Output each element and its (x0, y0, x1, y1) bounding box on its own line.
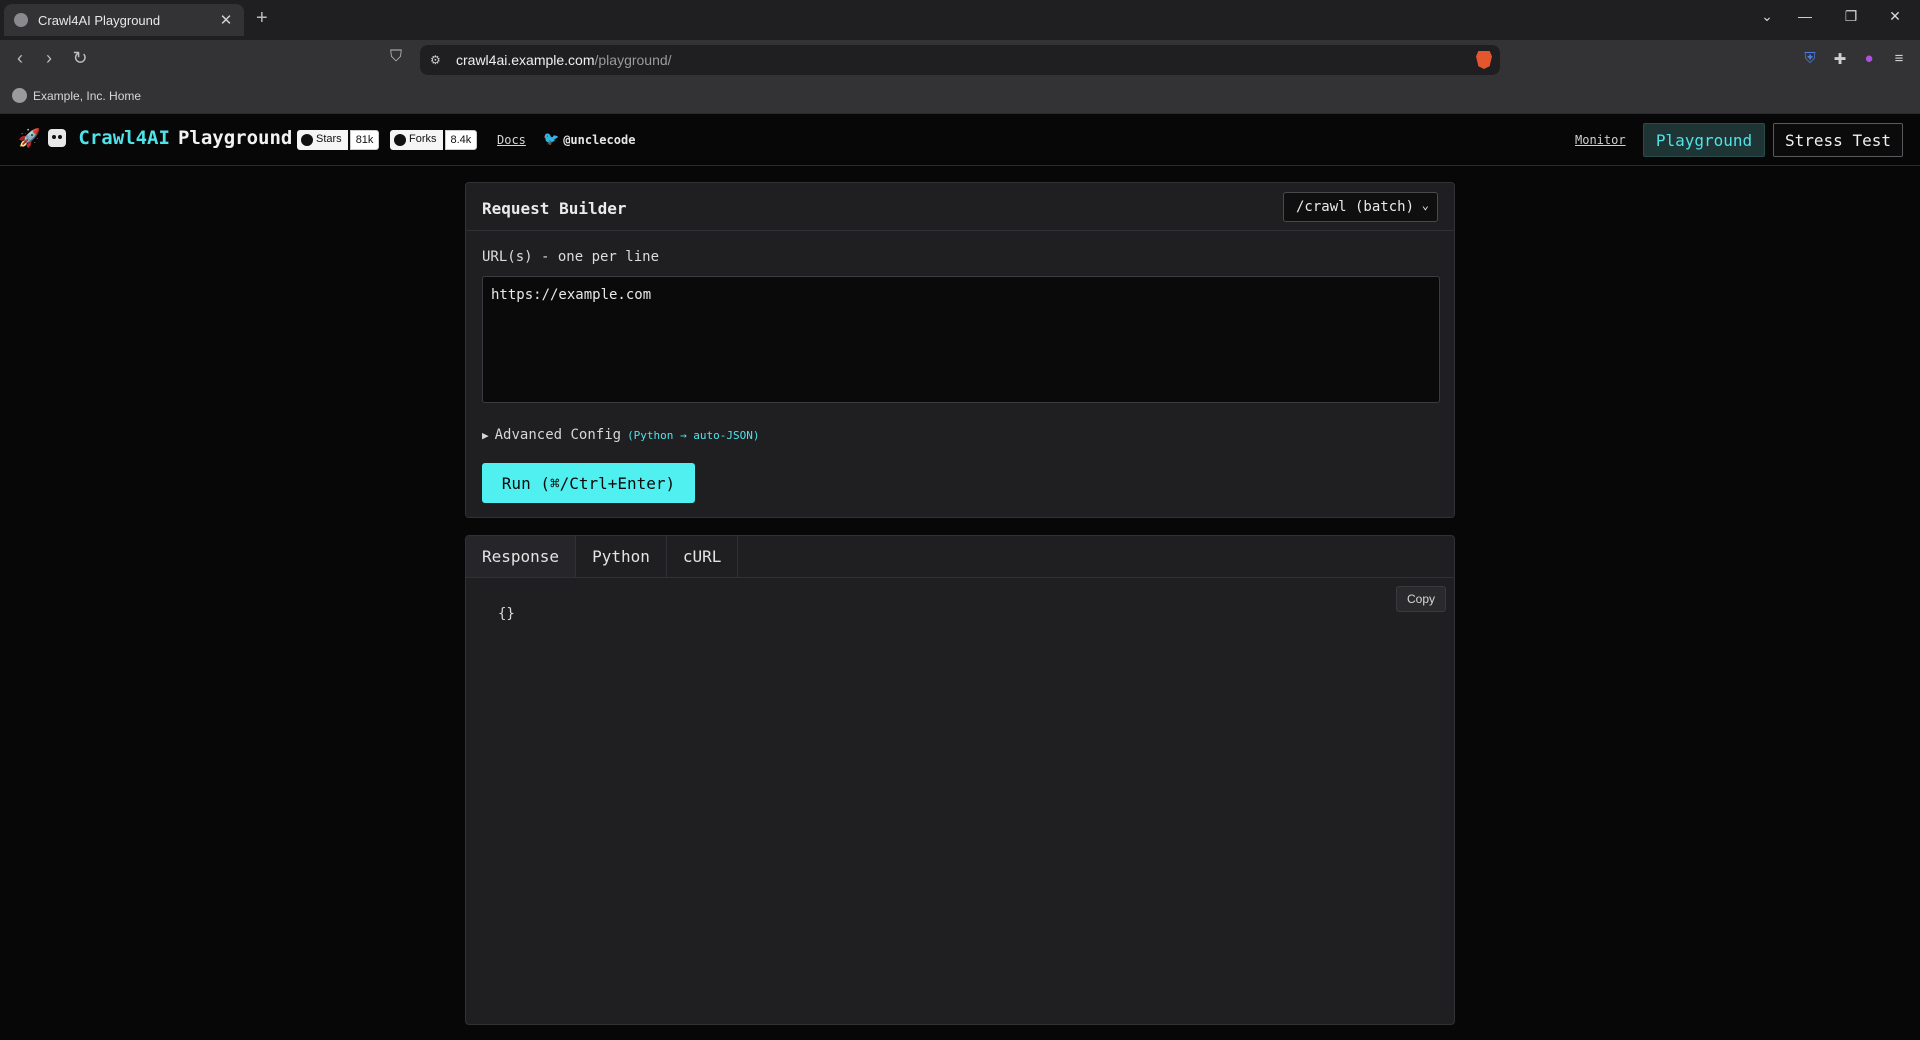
robot-icon (48, 129, 67, 147)
globe-icon (12, 88, 27, 103)
new-tab-button[interactable]: + (256, 7, 268, 30)
copy-button[interactable]: Copy (1395, 586, 1446, 612)
rocket-icon: 🚀 (18, 127, 41, 149)
browser-tabstrip: Crawl4AI Playground ✕ + ⌄ — ❐ ✕ (0, 0, 1920, 40)
response-tabs: Response Python cURL (466, 536, 1454, 578)
bookmark-label: Example, Inc. Home (33, 88, 142, 103)
close-window-button[interactable]: ✕ (1880, 8, 1910, 25)
twitter-link[interactable]: 🐦 @unclecode (543, 132, 635, 147)
github-forks-badge[interactable]: Forks 8.4k (390, 130, 478, 150)
github-stars-badge[interactable]: Stars 81k (297, 130, 380, 150)
bookmarks-bar: Example, Inc. Home (0, 80, 1920, 114)
site-info-icon[interactable]: ⚙ (430, 53, 446, 67)
endpoint-select[interactable]: /crawl (batch) ⌄ (1283, 192, 1438, 222)
response-output: {} (498, 606, 515, 622)
advanced-config-label: Advanced Config (494, 427, 622, 443)
back-icon[interactable]: ‹ (8, 48, 32, 69)
playground-nav-button[interactable]: Playground (1643, 123, 1765, 157)
request-builder-panel: Request Builder /crawl (batch) ⌄ URL(s) … (465, 182, 1455, 518)
urls-textarea[interactable]: https://example.com (482, 276, 1440, 403)
request-builder-header: Request Builder /crawl (batch) ⌄ (466, 183, 1454, 231)
globe-icon (14, 13, 28, 27)
bookmark-item[interactable]: Example, Inc. Home (12, 88, 141, 103)
profile-icon[interactable]: ● (1859, 50, 1879, 70)
bookmark-icon[interactable]: ⛉ (384, 48, 408, 66)
chevron-down-icon: ⌄ (1421, 198, 1429, 212)
tab-python[interactable]: Python (576, 536, 667, 577)
url-host: crawl4ai.example.com (456, 52, 595, 68)
tab-search-chevron-icon[interactable]: ⌄ (1752, 8, 1782, 25)
brand: 🚀 Crawl4AI Playground (18, 127, 292, 149)
close-tab-icon[interactable]: ✕ (218, 11, 234, 29)
reload-icon[interactable]: ↻ (68, 48, 92, 69)
request-builder-title: Request Builder (482, 199, 627, 218)
forks-count: 8.4k (444, 130, 478, 150)
bitwarden-icon[interactable]: ⛨ (1800, 50, 1820, 70)
endpoint-value: /crawl (batch) (1296, 199, 1415, 215)
github-icon (394, 134, 406, 146)
tab-response[interactable]: Response (466, 536, 577, 577)
disclosure-triangle-icon: ▶ (482, 429, 489, 442)
brand-subtitle: Playground (177, 127, 293, 149)
twitter-icon: 🐦 (543, 132, 560, 147)
stars-count: 81k (349, 130, 380, 150)
url-path: /playground/ (594, 52, 672, 68)
extensions-icon[interactable]: ✚ (1830, 50, 1850, 70)
browser-toolbar: ‹ › ↻ ⛉ ⚙ crawl4ai.example.com/playgroun… (0, 40, 1920, 80)
menu-icon[interactable]: ≡ (1889, 50, 1909, 70)
advanced-config-hint: (Python → auto-JSON) (627, 429, 760, 442)
stress-test-nav-button[interactable]: Stress Test (1773, 123, 1903, 157)
address-bar[interactable]: ⚙ crawl4ai.example.com/playground/ (420, 45, 1500, 75)
minimize-button[interactable]: — (1790, 8, 1820, 24)
restore-button[interactable]: ❐ (1836, 8, 1866, 25)
run-button[interactable]: Run (⌘/Ctrl+Enter) (482, 463, 695, 503)
stars-label: Stars (316, 133, 342, 145)
twitter-handle: @unclecode (563, 132, 636, 147)
page: 🚀 Crawl4AI Playground Stars 81k Forks 8.… (0, 114, 1920, 1040)
brand-name: Crawl4AI (78, 127, 170, 149)
advanced-config-toggle[interactable]: ▶ Advanced Config (Python → auto-JSON) (482, 427, 760, 443)
browser-tab[interactable]: Crawl4AI Playground ✕ (4, 4, 244, 36)
monitor-link[interactable]: Monitor (1575, 133, 1626, 147)
address-text[interactable]: crawl4ai.example.com/playground/ (456, 52, 672, 68)
brave-shields-icon[interactable] (1476, 51, 1492, 69)
github-icon (301, 134, 313, 146)
forward-icon[interactable]: › (37, 48, 61, 69)
forks-label: Forks (409, 133, 437, 145)
docs-link[interactable]: Docs (497, 133, 526, 147)
tab-title: Crawl4AI Playground (38, 12, 161, 28)
urls-label: URL(s) - one per line (482, 249, 660, 265)
response-panel: Response Python cURL Copy {} (465, 535, 1455, 1025)
tab-curl[interactable]: cURL (667, 536, 739, 577)
app-header: 🚀 Crawl4AI Playground Stars 81k Forks 8.… (0, 114, 1920, 166)
